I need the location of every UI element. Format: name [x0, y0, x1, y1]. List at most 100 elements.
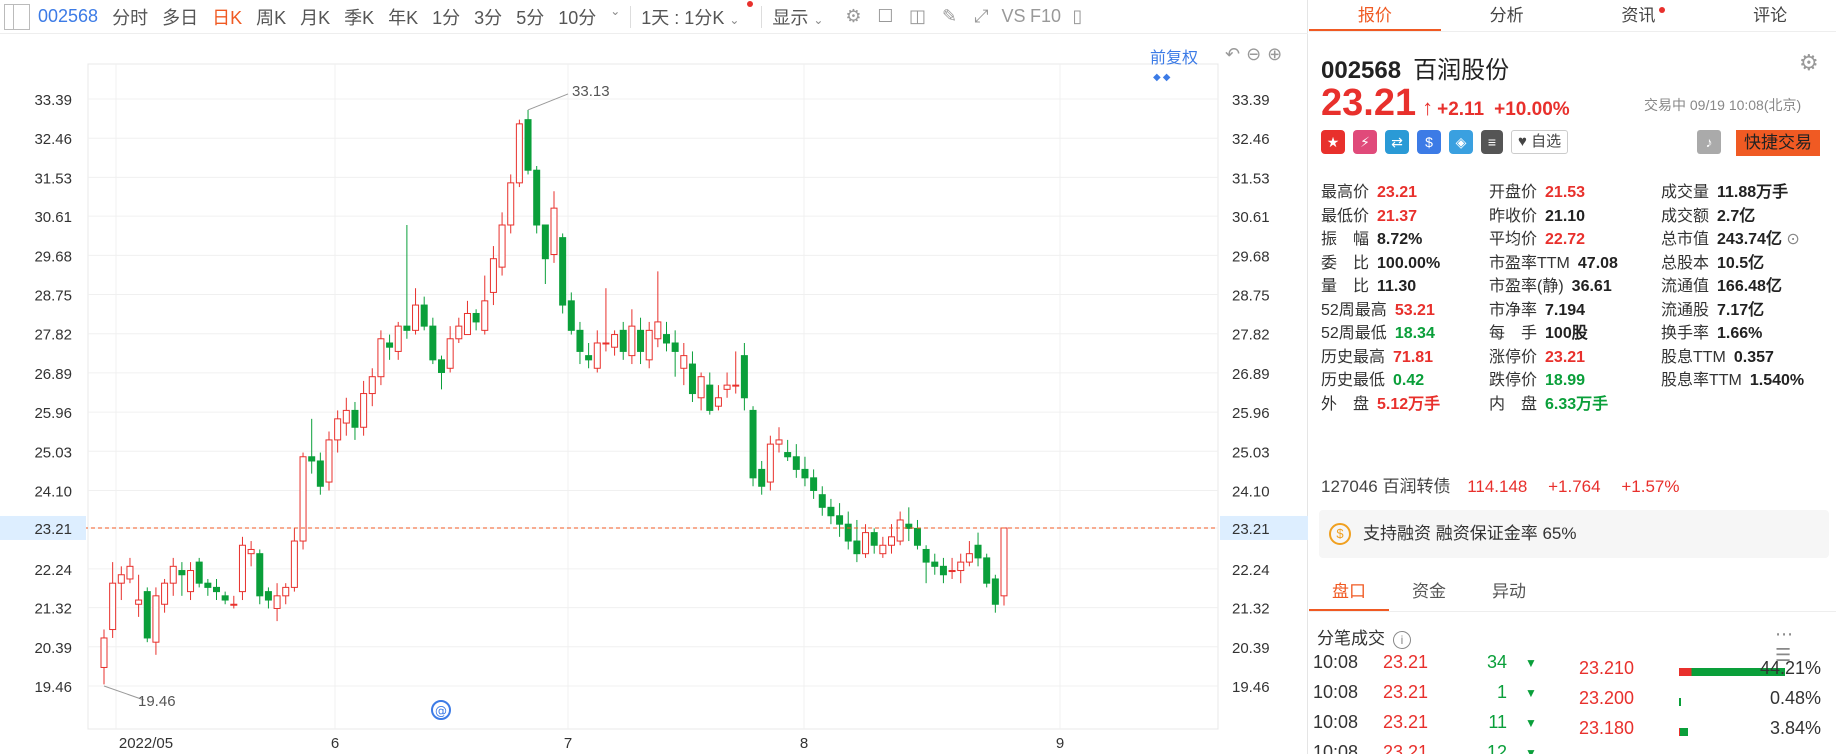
kline-chart-area[interactable]: 33.39 33.39 32.46 32.46 31.53 31.53 30.61 30.61…: [0, 34, 1308, 754]
convertible-bond-row[interactable]: 127046 百润转债 114.148 +1.764 +1.57%: [1321, 472, 1695, 497]
china-flag-icon[interactable]: ★: [1321, 130, 1345, 154]
tick-header: 分笔成交 i: [1317, 624, 1411, 649]
y-tick-label-right: 25.03: [1232, 444, 1270, 461]
candle-body: [377, 338, 385, 378]
quote-cell: 跌停价 18.99: [1489, 366, 1661, 390]
dollar-icon[interactable]: $: [1417, 130, 1441, 154]
quote-value: 21.10: [1545, 207, 1586, 225]
quote-cell: 外 盘 5.12万手: [1321, 390, 1489, 414]
period-tab[interactable]: 1分: [432, 4, 474, 30]
candle-body: [559, 237, 567, 306]
quote-tab[interactable]: 资讯: [1573, 0, 1705, 31]
quote-grid: 最高价 23.21 开盘价 21.53 成交量 11.88万手 最低价 21.37 昨收价 21.…: [1321, 178, 1831, 413]
candle-body: [957, 561, 965, 572]
y-tick-label-right: 28.75: [1232, 288, 1270, 305]
adjust-mode-button[interactable]: 前复权: [1150, 44, 1198, 68]
bell-icon[interactable]: ♪: [1697, 130, 1721, 154]
depth-tabs: 盘口 资金 异动: [1309, 572, 1836, 612]
tag-icon[interactable]: ◈: [1449, 130, 1473, 154]
quote-value: 11.30: [1377, 278, 1417, 295]
period-tab[interactable]: 5分: [516, 4, 558, 30]
quote-cell: 最低价 21.37: [1321, 202, 1489, 226]
candle-body: [862, 532, 870, 555]
quote-value: 21.37: [1377, 207, 1418, 225]
quote-tab[interactable]: 报价: [1309, 0, 1441, 31]
period-tab[interactable]: 月K: [300, 4, 344, 30]
candle-body: [230, 603, 238, 606]
price-change-pct: +10.00%: [1494, 99, 1570, 120]
quote-tab[interactable]: 分析: [1441, 0, 1573, 31]
tick-time: 10:08: [1313, 652, 1359, 672]
quote-label: 52周最低: [1321, 325, 1387, 342]
add-watchlist-button[interactable]: ♥ 自选: [1511, 130, 1569, 154]
quick-trade-button[interactable]: 快捷交易: [1736, 130, 1820, 156]
period-tab[interactable]: 3分: [474, 4, 516, 30]
candle-body: [446, 338, 454, 369]
quote-value: 5.12万手: [1377, 395, 1441, 413]
candle-body: [420, 304, 428, 327]
period-tab[interactable]: 日K: [212, 4, 256, 30]
side-panel-icon[interactable]: ▯: [1061, 6, 1093, 27]
quote-tab[interactable]: 评论: [1704, 0, 1836, 31]
candle-body: [948, 570, 956, 573]
indicator-box-icon[interactable]: ☐: [869, 6, 901, 27]
chart-zoom-controls[interactable]: ↶⊖⊕: [1225, 44, 1288, 65]
pencil-icon[interactable]: ✎: [933, 6, 965, 27]
gear-icon[interactable]: ⚙: [1799, 50, 1819, 76]
candle-body: [913, 527, 921, 546]
more-icon[interactable]: ⊙: [1782, 231, 1799, 248]
f10-button[interactable]: F10: [1029, 6, 1061, 27]
candle-body: [585, 355, 593, 361]
depth-price: 23.210: [1579, 658, 1635, 678]
display-menu[interactable]: 显示 ⌄: [772, 4, 837, 30]
trade-time: 交易中 09/19 10:08(北京): [1644, 97, 1802, 113]
candle-body: [1000, 527, 1008, 597]
period-tab[interactable]: 分时: [112, 4, 162, 30]
depth-tab[interactable]: 资金: [1389, 572, 1469, 611]
tick-price: 23.21: [1383, 742, 1429, 754]
info-icon[interactable]: i: [1393, 631, 1411, 649]
rocket-icon[interactable]: ⚡: [1353, 130, 1377, 154]
vs-compare-button[interactable]: VS: [997, 6, 1029, 27]
depth-tab[interactable]: 盘口: [1309, 572, 1389, 611]
tick-list[interactable]: 10:08 23.21 34 ▼ 10:08 23.21 1 ▼ 10:08 23.…: [1309, 652, 1559, 754]
chevron-down-icon: ⌄: [813, 12, 824, 27]
notes-icon[interactable]: ≡: [1481, 130, 1503, 154]
period-tab[interactable]: 季K: [344, 4, 388, 30]
y-tick-label-left: 32.46: [34, 131, 72, 148]
depth-tab[interactable]: 异动: [1469, 572, 1549, 611]
price-row: 23.21 ↑ +2.11 +10.00%: [1321, 82, 1580, 125]
quote-cell: 涨停价 23.21: [1489, 343, 1661, 367]
candle-body: [455, 325, 463, 340]
bond-change: +1.764: [1548, 477, 1601, 496]
tick-price: 23.21: [1383, 652, 1429, 672]
candle-body: [351, 409, 359, 428]
period-tab[interactable]: 多日: [162, 4, 212, 30]
candle-body: [524, 119, 532, 171]
panel-toggle-icon[interactable]: [4, 3, 30, 30]
quote-label: 外 盘: [1321, 395, 1370, 413]
candle-body: [576, 329, 584, 352]
candle-body: [827, 506, 835, 517]
period-tab[interactable]: 周K: [256, 4, 300, 30]
settings-gear-icon[interactable]: ⚙: [837, 6, 869, 27]
chevron-down-icon[interactable]: ⌄: [610, 4, 620, 30]
tick-volume: 12: [1486, 742, 1507, 754]
fullscreen-icon[interactable]: ⤢: [965, 6, 997, 27]
camera-icon[interactable]: ◫: [901, 6, 933, 27]
stock-code-link[interactable]: 002568: [38, 6, 98, 27]
sub-period-select[interactable]: 1天 : 1分K ⌄: [641, 0, 761, 30]
period-tab[interactable]: 10分: [558, 4, 610, 30]
price-change: +2.11: [1437, 99, 1485, 120]
candle-body: [135, 599, 143, 605]
x-tick-label: 8: [800, 735, 808, 752]
quote-cell: [1661, 390, 1829, 414]
depth-pct: 0.48%: [1769, 688, 1821, 708]
quote-cell: 振 幅 8.72%: [1321, 225, 1489, 249]
quote-label: 涨停价: [1489, 348, 1538, 366]
quote-label: 跌停价: [1489, 372, 1538, 389]
candle-body: [472, 312, 480, 323]
kline-chart[interactable]: 33.39 33.39 32.46 32.46 31.53 31.53 30.61 30.61…: [0, 34, 1308, 754]
shuffle-icon[interactable]: ⇄: [1385, 130, 1409, 154]
period-tab[interactable]: 年K: [388, 4, 432, 30]
